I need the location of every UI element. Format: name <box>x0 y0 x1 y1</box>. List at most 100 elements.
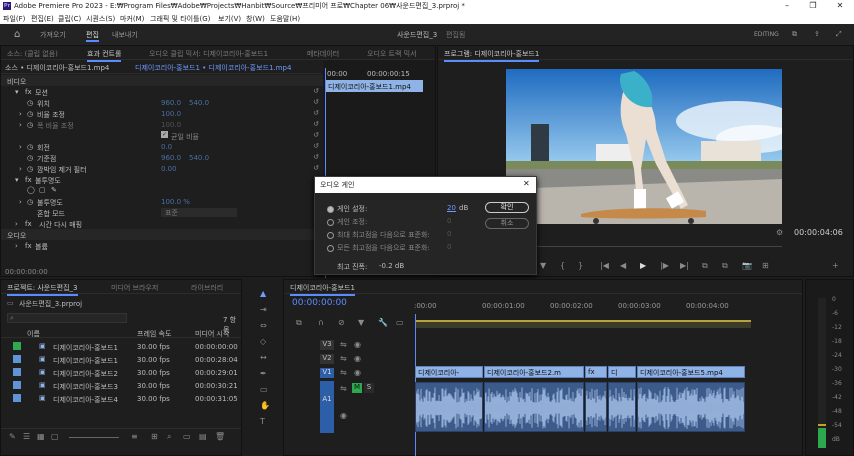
disclosure-icon[interactable]: › <box>19 198 22 206</box>
reset-icon[interactable]: ↺ <box>313 131 319 139</box>
list-view-icon[interactable]: ☰ <box>23 432 30 441</box>
go-to-in-icon[interactable]: |◀ <box>600 261 609 270</box>
gain-set-option[interactable]: 게인 설정: <box>327 204 367 214</box>
menu-file[interactable]: 파일(F) <box>3 14 25 24</box>
track-v2-label[interactable]: V2 <box>320 354 334 364</box>
radio-selected-icon[interactable] <box>327 205 334 213</box>
stopwatch-icon[interactable]: ◷ <box>27 154 33 162</box>
fx-icon[interactable]: fx <box>25 220 32 228</box>
opacity-value[interactable]: 100.0 % <box>161 198 190 206</box>
a1-clip-5[interactable] <box>637 382 745 432</box>
stopwatch-icon[interactable]: ◷ <box>27 121 33 129</box>
sync-lock-icon[interactable]: ⇋ <box>340 384 347 393</box>
timeline-timecode[interactable]: 00:00:00:00 <box>292 298 347 308</box>
rectangle-mask-icon[interactable]: ▢ <box>39 186 46 194</box>
ok-button[interactable]: 확인 <box>485 202 529 213</box>
disclosure-icon[interactable]: › <box>15 220 18 228</box>
settings-wrench-icon[interactable]: ⚙ <box>776 228 783 237</box>
sync-lock-icon[interactable]: ⇋ <box>340 354 347 363</box>
step-back-icon[interactable]: ◀ <box>620 261 626 270</box>
column-frame-rate[interactable]: 프레임 속도 <box>137 329 171 339</box>
project-item-row[interactable]: ▣ 디제이코리아-홍보드4 30.00 fps 00:00:31:05 <box>1 392 241 405</box>
settings-wrench-icon[interactable]: 🔧 <box>378 318 388 327</box>
disclosure-icon[interactable]: › <box>19 143 22 151</box>
motion-disclosure-icon[interactable]: ▾ <box>15 88 19 96</box>
lift-icon[interactable]: ⧉ <box>702 261 708 270</box>
menu-sequence[interactable]: 시퀀스(S) <box>86 14 115 24</box>
pen-tool-icon[interactable]: ✒ <box>260 369 267 378</box>
tab-media-browser[interactable]: 미디어 브라우저 <box>111 283 158 293</box>
project-search-input[interactable]: ⌕ <box>7 313 127 323</box>
stopwatch-icon[interactable]: ◷ <box>27 99 33 107</box>
icon-view-icon[interactable]: ▦ <box>37 432 45 441</box>
menu-edit[interactable]: 편집(E) <box>31 14 54 24</box>
radio-icon[interactable] <box>327 218 334 226</box>
normalize-max-option[interactable]: 최대 최고점을 다음으로 표준화: <box>327 230 430 240</box>
rotation-value[interactable]: 0.0 <box>161 143 172 151</box>
blend-select[interactable]: 표준 <box>161 208 237 217</box>
sync-lock-icon[interactable]: ⇋ <box>340 340 347 349</box>
share-icon[interactable]: ⇪ <box>814 30 820 38</box>
snap-icon[interactable]: ∩ <box>318 318 324 327</box>
eye-icon[interactable]: ◉ <box>354 354 361 363</box>
slip-tool-icon[interactable]: ↔ <box>260 353 267 362</box>
stopwatch-icon[interactable]: ◷ <box>27 198 33 206</box>
go-to-out-icon[interactable]: ▶| <box>680 261 689 270</box>
scale-value[interactable]: 100.0 <box>161 110 181 118</box>
menu-clip[interactable]: 클립(C) <box>58 14 81 24</box>
normalize-max-value[interactable]: 0 <box>447 230 451 238</box>
column-name[interactable]: 이름 <box>27 329 40 339</box>
close-icon[interactable]: ✕ <box>827 0 853 12</box>
tab-metadata[interactable]: 메타데이터 <box>307 49 339 59</box>
a1-clip-2[interactable] <box>484 382 584 432</box>
a1-clip-3[interactable] <box>585 382 607 432</box>
sort-icon[interactable]: ≡ <box>131 432 138 441</box>
track-a1-label[interactable]: A1 <box>320 381 334 433</box>
program-scrubber[interactable] <box>506 246 782 250</box>
pen-mask-icon[interactable]: ✎ <box>51 186 57 194</box>
position-x-value[interactable]: 960.0 <box>161 99 181 107</box>
fx-icon[interactable]: fx <box>25 176 32 184</box>
trash-icon[interactable]: 🗑 <box>215 432 225 441</box>
fx-icon[interactable]: fx <box>25 242 32 250</box>
minimize-icon[interactable]: – <box>774 0 800 12</box>
workspace-export[interactable]: 내보내기 <box>112 30 138 40</box>
mark-out-icon[interactable]: } <box>578 261 583 270</box>
fullscreen-icon[interactable]: ⤢ <box>836 30 842 39</box>
freeform-view-icon[interactable]: ▢ <box>51 432 59 441</box>
project-item-row[interactable]: ▣ 디제이코리아-홍보드3 30.00 fps 00:00:30:21 <box>1 379 241 392</box>
disclosure-icon[interactable]: › <box>19 121 22 129</box>
stopwatch-icon[interactable]: ◷ <box>27 143 33 151</box>
workspace-edit[interactable]: 편집 <box>86 30 99 42</box>
menu-view[interactable]: 보기(V) <box>218 14 241 24</box>
play-icon[interactable]: ▶ <box>640 261 646 270</box>
effect-timecode[interactable]: 00:00:00:00 <box>5 268 48 276</box>
workspace-label[interactable]: EDITING <box>754 31 779 38</box>
workspace-import[interactable]: 가져오기 <box>40 30 66 40</box>
maximize-icon[interactable]: ❐ <box>800 0 826 12</box>
menu-marker[interactable]: 마커(M) <box>120 14 144 24</box>
radio-icon[interactable] <box>327 244 334 252</box>
pencil-icon[interactable]: ✎ <box>9 432 16 441</box>
gain-adjust-value[interactable]: 0 <box>447 217 451 225</box>
gain-adjust-option[interactable]: 게인 조정: <box>327 217 367 227</box>
project-item-row[interactable]: ▣ 디제이코리아-홍보드1 30.00 fps 00:00:00:00 <box>1 340 241 353</box>
program-video-frame[interactable] <box>506 69 782 224</box>
uniform-checkbox[interactable]: ✓ <box>161 131 168 138</box>
eye-icon[interactable]: ◉ <box>354 368 361 377</box>
reset-icon[interactable]: ↺ <box>313 109 319 117</box>
button-editor-icon[interactable]: + <box>832 261 839 270</box>
antiflicker-value[interactable]: 0.00 <box>161 165 177 173</box>
selection-tool-icon[interactable]: ▲ <box>260 289 266 298</box>
track-select-icon[interactable]: ⇥ <box>260 305 267 314</box>
radio-icon[interactable] <box>327 231 334 239</box>
tab-libraries[interactable]: 라이브러리 <box>191 283 223 293</box>
label-color-swatch[interactable] <box>13 394 21 402</box>
solo-button[interactable]: S <box>364 383 374 393</box>
razor-tool-icon[interactable]: ◇ <box>260 337 266 346</box>
track-v1-label[interactable]: V1 <box>320 368 334 378</box>
label-color-swatch[interactable] <box>13 381 21 389</box>
program-timecode[interactable]: 00:00:04:06 <box>794 228 843 237</box>
ellipse-mask-icon[interactable]: ◯ <box>27 186 35 194</box>
a1-clip-4[interactable] <box>608 382 636 432</box>
